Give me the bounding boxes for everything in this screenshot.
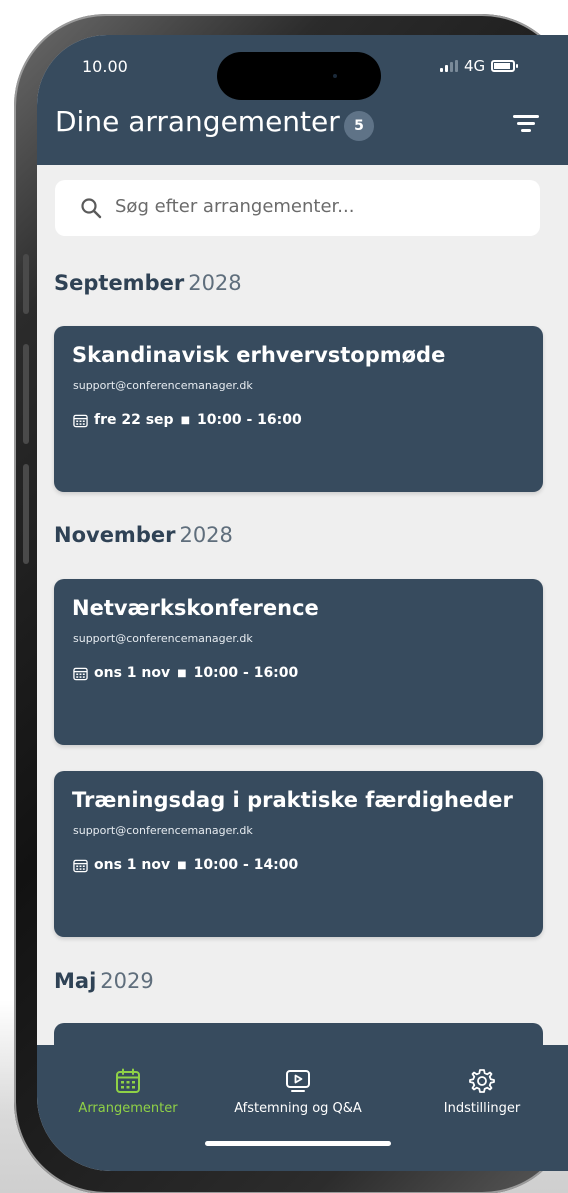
filter-icon[interactable] bbox=[513, 113, 539, 135]
stage: 10.00 4G Dine arrangementer 5 Søg efter … bbox=[0, 0, 568, 1193]
volume-up-button bbox=[23, 344, 29, 444]
separator-dot: ■ bbox=[180, 414, 191, 426]
event-email: support@conferencemanager.dk bbox=[73, 632, 253, 645]
signal-icon bbox=[440, 60, 458, 72]
search-icon bbox=[81, 198, 102, 219]
search-input[interactable]: Søg efter arrangementer... bbox=[55, 180, 540, 236]
event-time: 10:00 - 16:00 bbox=[197, 412, 302, 428]
event-time: 10:00 - 16:00 bbox=[193, 665, 299, 681]
camera-dot bbox=[333, 74, 337, 78]
status-time: 10.00 bbox=[82, 57, 128, 76]
separator-dot: ■ bbox=[177, 859, 187, 871]
event-card[interactable]: Træningsdag i praktiske færdigheder supp… bbox=[54, 771, 543, 937]
event-title: Skandinavisk erhvervstopmøde bbox=[72, 343, 446, 367]
nav-label: Arrangementer bbox=[78, 1101, 178, 1116]
home-indicator[interactable] bbox=[205, 1141, 391, 1146]
action-button bbox=[23, 254, 29, 314]
event-card[interactable]: Skandinavisk erhvervstopmøde support@con… bbox=[54, 326, 543, 492]
event-datetime: ons 1 nov ■ 10:00 - 14:00 bbox=[73, 857, 298, 873]
play-screen-icon bbox=[286, 1070, 310, 1092]
event-email: support@conferencemanager.dk bbox=[73, 379, 253, 392]
event-count-badge: 5 bbox=[344, 111, 374, 141]
event-date: fre 22 sep bbox=[94, 412, 174, 428]
volume-down-button bbox=[23, 464, 29, 564]
battery-icon bbox=[491, 60, 519, 72]
event-date: ons 1 nov bbox=[94, 857, 171, 873]
event-email: support@conferencemanager.dk bbox=[73, 824, 253, 837]
nav-tab-arrangementer[interactable]: Arrangementer bbox=[73, 1067, 183, 1116]
app-screen: 10.00 4G Dine arrangementer 5 Søg efter … bbox=[37, 35, 568, 1171]
section-year: 2028 bbox=[188, 271, 242, 295]
section-year: 2028 bbox=[179, 523, 233, 547]
nav-tab-afstemning[interactable]: Afstemning og Q&A bbox=[223, 1067, 373, 1116]
network-label: 4G bbox=[464, 57, 486, 75]
section-year: 2029 bbox=[100, 969, 154, 993]
separator-dot: ■ bbox=[177, 667, 187, 679]
event-date: ons 1 nov bbox=[94, 665, 171, 681]
event-title: Netværkskonference bbox=[72, 596, 319, 620]
section-month: November bbox=[54, 523, 176, 547]
calendar-icon bbox=[73, 859, 88, 872]
section-header: September 2028 bbox=[54, 271, 242, 295]
bottom-nav: Arrangementer Afstemning og Q&A Indstill… bbox=[37, 1045, 568, 1171]
nav-label: Afstemning og Q&A bbox=[234, 1101, 362, 1116]
app-header: 10.00 4G Dine arrangementer 5 bbox=[37, 35, 568, 165]
event-card[interactable]: Netværkskonference support@conferenceman… bbox=[54, 579, 543, 745]
event-datetime: ons 1 nov ■ 10:00 - 16:00 bbox=[73, 665, 298, 681]
status-indicators: 4G bbox=[440, 57, 519, 75]
event-title: Træningsdag i praktiske færdigheder bbox=[72, 788, 513, 812]
page-title: Dine arrangementer bbox=[55, 105, 340, 138]
section-month: September bbox=[54, 271, 185, 295]
dynamic-island bbox=[217, 52, 381, 100]
nav-label: Indstillinger bbox=[443, 1101, 521, 1116]
calendar-icon bbox=[116, 1068, 140, 1093]
gear-icon bbox=[469, 1069, 495, 1093]
event-datetime: fre 22 sep ■ 10:00 - 16:00 bbox=[73, 412, 302, 428]
nav-tab-indstillinger[interactable]: Indstillinger bbox=[427, 1067, 537, 1116]
calendar-icon bbox=[73, 414, 88, 427]
section-header: Maj 2029 bbox=[54, 969, 154, 993]
calendar-icon bbox=[73, 667, 88, 680]
event-time: 10:00 - 14:00 bbox=[193, 857, 299, 873]
section-header: November 2028 bbox=[54, 523, 233, 547]
section-month: Maj bbox=[54, 969, 97, 993]
search-placeholder: Søg efter arrangementer... bbox=[115, 196, 355, 217]
